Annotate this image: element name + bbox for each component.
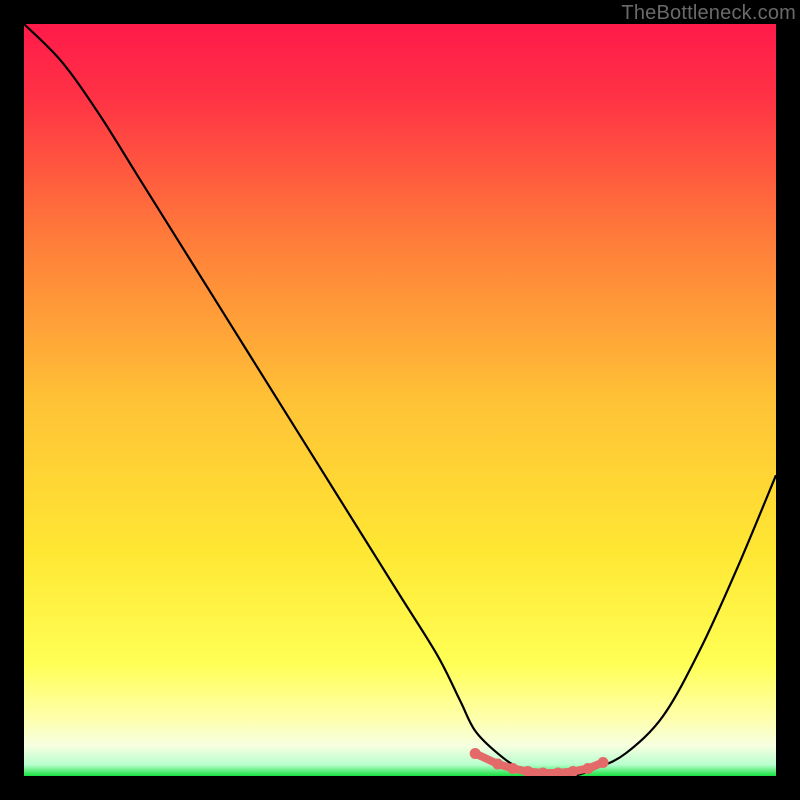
plot-area (24, 24, 776, 776)
bottleneck-curve (24, 24, 776, 776)
optimal-marker (507, 763, 518, 774)
optimal-marker (470, 748, 481, 759)
optimal-marker (583, 763, 594, 774)
optimal-marker (492, 758, 503, 769)
optimal-marker (598, 757, 609, 768)
watermark-text: TheBottleneck.com (621, 2, 796, 25)
